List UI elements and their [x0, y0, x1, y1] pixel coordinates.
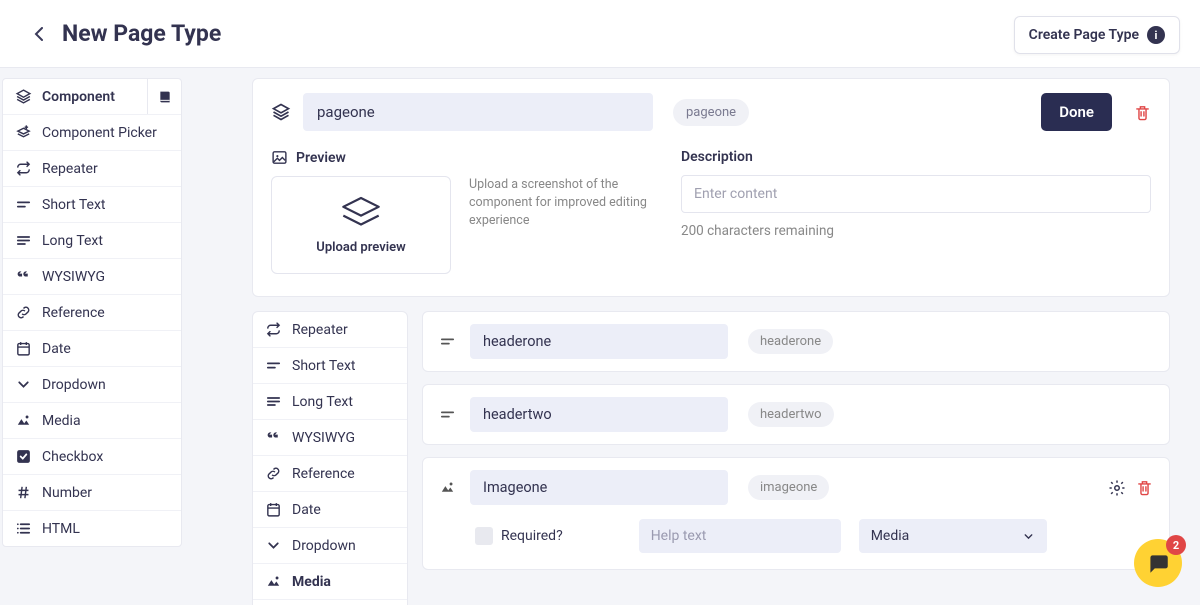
inner-field-type-sidebar: RepeaterShort TextLong TextWYSIWYGRefere… [252, 311, 408, 605]
link-icon [14, 304, 32, 321]
chev-icon [264, 537, 282, 554]
upload-label: Upload preview [316, 240, 405, 255]
sidebar-item-html[interactable]: HTML [3, 511, 181, 546]
short-icon [14, 196, 32, 213]
link-icon [264, 465, 282, 482]
sidebar-item-component[interactable]: Component [3, 79, 181, 115]
inner-sidebar-item-checkbox[interactable]: Checkbox [253, 600, 407, 605]
chat-button[interactable]: 2 [1134, 539, 1182, 587]
field-name-input[interactable] [470, 470, 728, 505]
sidebar-item-component-picker[interactable]: Component Picker [3, 115, 181, 151]
required-label: Required? [501, 528, 563, 544]
drag-icon[interactable] [439, 406, 456, 423]
inner-sidebar-item-media[interactable]: Media [253, 564, 407, 600]
field-slug: headerone [748, 329, 833, 354]
page-title: New Page Type [62, 20, 221, 47]
sidebar-item-media[interactable]: Media [3, 403, 181, 439]
info-icon: i [1147, 26, 1165, 44]
field-type-select[interactable]: Media [859, 519, 1047, 553]
char-count: 200 characters remaining [681, 223, 1151, 239]
inner-sidebar-item-short-text[interactable]: Short Text [253, 348, 407, 384]
layers-plus-icon [14, 124, 32, 141]
chat-badge: 2 [1166, 535, 1186, 555]
image-icon [271, 149, 288, 166]
field-card: headerone [422, 311, 1170, 372]
chevron-down-icon [1022, 530, 1035, 543]
list-icon [14, 520, 32, 537]
back-button[interactable] [20, 16, 56, 52]
repeat-icon [264, 321, 282, 338]
sidebar-item-reference[interactable]: Reference [3, 295, 181, 331]
field-card: headertwo [422, 384, 1170, 445]
short-icon [264, 357, 282, 374]
layers-icon [14, 88, 32, 105]
gear-icon[interactable] [1108, 479, 1126, 497]
required-checkbox[interactable] [475, 527, 493, 545]
chat-icon [1145, 550, 1171, 576]
field-card: imageone Required? Media [422, 457, 1170, 570]
field-name-input[interactable] [470, 324, 728, 359]
inner-sidebar-item-repeater[interactable]: Repeater [253, 312, 407, 348]
component-slug: pageone [673, 99, 749, 126]
upload-icon [338, 196, 384, 230]
field-type-sidebar: ComponentComponent PickerRepeaterShort T… [2, 78, 182, 547]
img-icon [14, 412, 32, 429]
field-name-input[interactable] [470, 397, 728, 432]
create-page-type-button[interactable]: Create Page Type i [1014, 16, 1180, 54]
done-button[interactable]: Done [1041, 93, 1112, 131]
sidebar-item-number[interactable]: Number [3, 475, 181, 511]
book-icon[interactable] [147, 79, 181, 114]
create-label: Create Page Type [1029, 27, 1139, 43]
chev-icon [14, 376, 32, 393]
long-icon [264, 393, 282, 410]
sidebar-item-date[interactable]: Date [3, 331, 181, 367]
description-heading: Description [681, 149, 1151, 165]
hash-icon [14, 484, 32, 501]
sidebar-item-short-text[interactable]: Short Text [3, 187, 181, 223]
page-header: New Page Type Create Page Type i [0, 0, 1200, 68]
layers-icon [271, 102, 291, 122]
description-input[interactable] [681, 175, 1151, 213]
chevron-left-icon [34, 27, 43, 41]
component-card: pageone Done Preview Upload pre [252, 78, 1170, 297]
inner-sidebar-item-dropdown[interactable]: Dropdown [253, 528, 407, 564]
sidebar-item-checkbox[interactable]: Checkbox [3, 439, 181, 475]
sidebar-item-wysiwyg[interactable]: WYSIWYG [3, 259, 181, 295]
trash-icon[interactable] [1136, 479, 1153, 496]
cal-icon [264, 501, 282, 518]
sidebar-item-repeater[interactable]: Repeater [3, 151, 181, 187]
sidebar-item-long-text[interactable]: Long Text [3, 223, 181, 259]
inner-sidebar-item-date[interactable]: Date [253, 492, 407, 528]
inner-sidebar-item-long-text[interactable]: Long Text [253, 384, 407, 420]
repeat-icon [14, 160, 32, 177]
drag-icon[interactable] [439, 333, 456, 350]
sidebar-item-dropdown[interactable]: Dropdown [3, 367, 181, 403]
check-icon [14, 448, 32, 465]
field-slug: imageone [748, 475, 829, 500]
inner-sidebar-item-wysiwyg[interactable]: WYSIWYG [253, 420, 407, 456]
field-slug: headertwo [748, 402, 834, 427]
img-icon [264, 573, 282, 590]
upload-preview-box[interactable]: Upload preview [271, 176, 451, 274]
trash-icon[interactable] [1134, 104, 1151, 121]
upload-hint: Upload a screenshot of the component for… [469, 176, 657, 274]
inner-sidebar-item-reference[interactable]: Reference [253, 456, 407, 492]
quotes-icon [264, 429, 282, 446]
component-name-input[interactable] [303, 93, 653, 131]
long-icon [14, 232, 32, 249]
cal-icon [14, 340, 32, 357]
quotes-icon [14, 268, 32, 285]
help-text-input[interactable] [639, 519, 841, 553]
preview-heading: Preview [271, 149, 657, 166]
drag-icon[interactable] [439, 479, 456, 496]
